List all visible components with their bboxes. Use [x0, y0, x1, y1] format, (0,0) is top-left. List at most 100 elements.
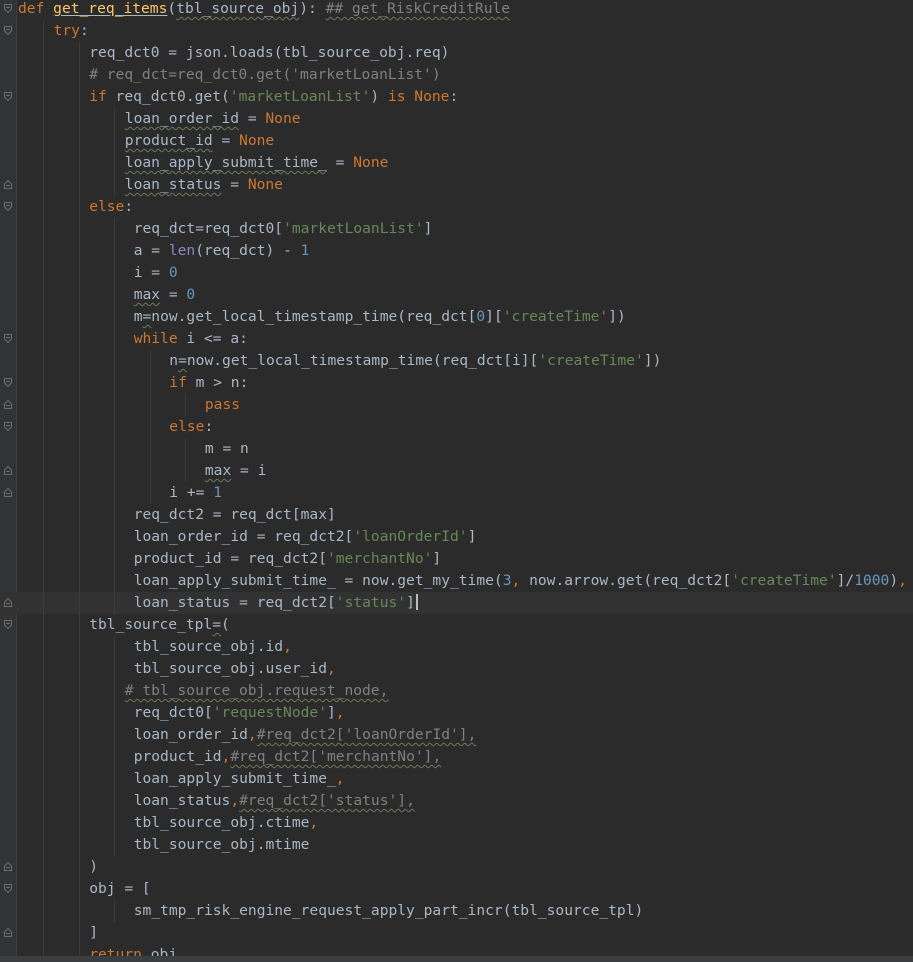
indent-guide	[42, 218, 44, 240]
code-line[interactable]: ]	[0, 922, 913, 944]
indent-guide	[114, 152, 116, 174]
indent-guide	[78, 460, 80, 482]
code-text: loan_status,#req_dct2['status'],	[134, 790, 415, 812]
code-line[interactable]: req_dct2 = req_dct[max]	[0, 504, 913, 526]
indent-guide	[114, 812, 116, 834]
code-line[interactable]: loan_order_id,#req_dct2['loanOrderId'],	[0, 724, 913, 746]
indent-guide	[78, 372, 80, 394]
code-token: = i	[231, 462, 267, 479]
indent-guide	[42, 548, 44, 570]
code-line[interactable]: loan_order_id = req_dct2['loanOrderId']	[0, 526, 913, 548]
code-token: 'marketLoanList'	[229, 88, 371, 105]
code-token: product_id	[133, 748, 222, 765]
fold-collapse-icon[interactable]	[4, 26, 12, 35]
code-line[interactable]: req_dct0 = json.loads(tbl_source_obj.req…	[0, 42, 913, 64]
code-line[interactable]: loan_status = req_dct2['status']	[0, 592, 913, 614]
code-text: try:	[54, 20, 89, 42]
fold-end-icon[interactable]	[4, 928, 12, 937]
code-token: None	[265, 110, 301, 127]
indent-guide	[78, 64, 80, 86]
code-line[interactable]: loan_apply_submit_time_,	[0, 768, 913, 790]
indent-guide	[78, 900, 80, 922]
code-line[interactable]: tbl_source_obj.mtime	[0, 834, 913, 856]
fold-end-icon[interactable]	[4, 488, 12, 497]
code-line[interactable]: else:	[0, 416, 913, 438]
code-line[interactable]: req_dct0['requestNode'],	[0, 702, 913, 724]
code-token: ,	[898, 572, 907, 589]
fold-end-icon[interactable]	[4, 180, 12, 189]
fold-collapse-icon[interactable]	[4, 334, 12, 343]
code-line[interactable]: def get_req_items(tbl_source_obj): ## ge…	[0, 0, 913, 20]
fold-end-icon[interactable]	[4, 400, 12, 409]
code-token: :	[204, 418, 214, 435]
code-token: =	[160, 286, 187, 303]
code-line[interactable]: max = i	[0, 460, 913, 482]
code-line[interactable]: i += 1	[0, 482, 913, 504]
code-line[interactable]: else:	[0, 196, 913, 218]
code-line[interactable]: if req_dct0.get('marketLoanList') is Non…	[0, 86, 913, 108]
indent-guide	[42, 482, 44, 504]
fold-collapse-icon[interactable]	[4, 92, 12, 101]
code-line[interactable]: tbl_source_obj.user_id,	[0, 658, 913, 680]
code-line[interactable]: try:	[0, 20, 913, 42]
code-line[interactable]: loan_apply_submit_time_ = now.get_my_tim…	[0, 570, 913, 592]
code-line[interactable]: loan_apply_submit_time_ = None	[0, 152, 913, 174]
code-line[interactable]: loan_status,#req_dct2['status'],	[0, 790, 913, 812]
fold-end-icon[interactable]	[4, 598, 12, 607]
code-editor[interactable]: def get_req_items(tbl_source_obj): ## ge…	[0, 0, 913, 962]
fold-collapse-icon[interactable]	[4, 884, 12, 893]
indent-guide	[42, 460, 44, 482]
code-line[interactable]: loan_status = None	[0, 174, 913, 196]
indent-guide	[78, 108, 80, 130]
indent-guide	[78, 152, 80, 174]
code-text: a = len(req_dct) - 1	[134, 240, 310, 262]
code-line[interactable]: tbl_source_obj.ctime,	[0, 812, 913, 834]
code-line[interactable]: # req_dct=req_dct0.get('marketLoanList')	[0, 64, 913, 86]
code-text: pass	[205, 394, 240, 416]
code-line[interactable]: obj = [	[0, 878, 913, 900]
fold-collapse-icon[interactable]	[4, 202, 12, 211]
code-line[interactable]: m=now.get_local_timestamp_time(req_dct[0…	[0, 306, 913, 328]
code-text: )	[89, 856, 98, 878]
code-line[interactable]: product_id = req_dct2['merchantNo']	[0, 548, 913, 570]
code-text: i = 0	[134, 262, 178, 284]
code-text: tbl_source_tpl=(	[89, 614, 230, 636]
code-token: else	[89, 198, 125, 215]
code-line[interactable]: a = len(req_dct) - 1	[0, 240, 913, 262]
code-line[interactable]: i = 0	[0, 262, 913, 284]
indent-guide	[114, 460, 116, 482]
indent-guide	[78, 548, 80, 570]
indent-guide	[78, 86, 80, 108]
code-line[interactable]: while i <= a:	[0, 328, 913, 350]
code-line[interactable]: if m > n:	[0, 372, 913, 394]
code-line[interactable]: product_id,#req_dct2['merchantNo'],	[0, 746, 913, 768]
indent-guide	[42, 768, 44, 790]
horizontal-scrollbar[interactable]	[0, 956, 913, 962]
code-token: (req_dct) -	[195, 242, 301, 259]
indent-guide	[42, 152, 44, 174]
code-line[interactable]: m = n	[0, 438, 913, 460]
code-line[interactable]: req_dct=req_dct0['marketLoanList']	[0, 218, 913, 240]
fold-collapse-icon[interactable]	[4, 620, 12, 629]
indent-guide	[149, 460, 151, 482]
fold-collapse-icon[interactable]	[4, 4, 12, 13]
fold-end-icon[interactable]	[4, 862, 12, 871]
code-line[interactable]: pass	[0, 394, 913, 416]
code-line[interactable]: # tbl_source_obj.request_node,	[0, 680, 913, 702]
fold-collapse-icon[interactable]	[4, 378, 12, 387]
code-line[interactable]: )	[0, 856, 913, 878]
code-token: is None	[387, 88, 450, 105]
fold-end-icon[interactable]	[4, 466, 12, 475]
code-line[interactable]: n=now.get_local_timestamp_time(req_dct[i…	[0, 350, 913, 372]
fold-collapse-icon[interactable]	[4, 422, 12, 431]
code-text: else:	[169, 416, 213, 438]
code-line[interactable]: loan_order_id = None	[0, 108, 913, 130]
code-line[interactable]: tbl_source_obj.id,	[0, 636, 913, 658]
code-line[interactable]: product_id = None	[0, 130, 913, 152]
code-line[interactable]: max = 0	[0, 284, 913, 306]
code-token: tbl_source_obj.id	[133, 638, 284, 655]
code-line[interactable]: tbl_source_tpl=(	[0, 614, 913, 636]
code-line[interactable]: sm_tmp_risk_engine_request_apply_part_in…	[0, 900, 913, 922]
indent-guide	[149, 482, 151, 504]
indent-guide	[114, 658, 116, 680]
